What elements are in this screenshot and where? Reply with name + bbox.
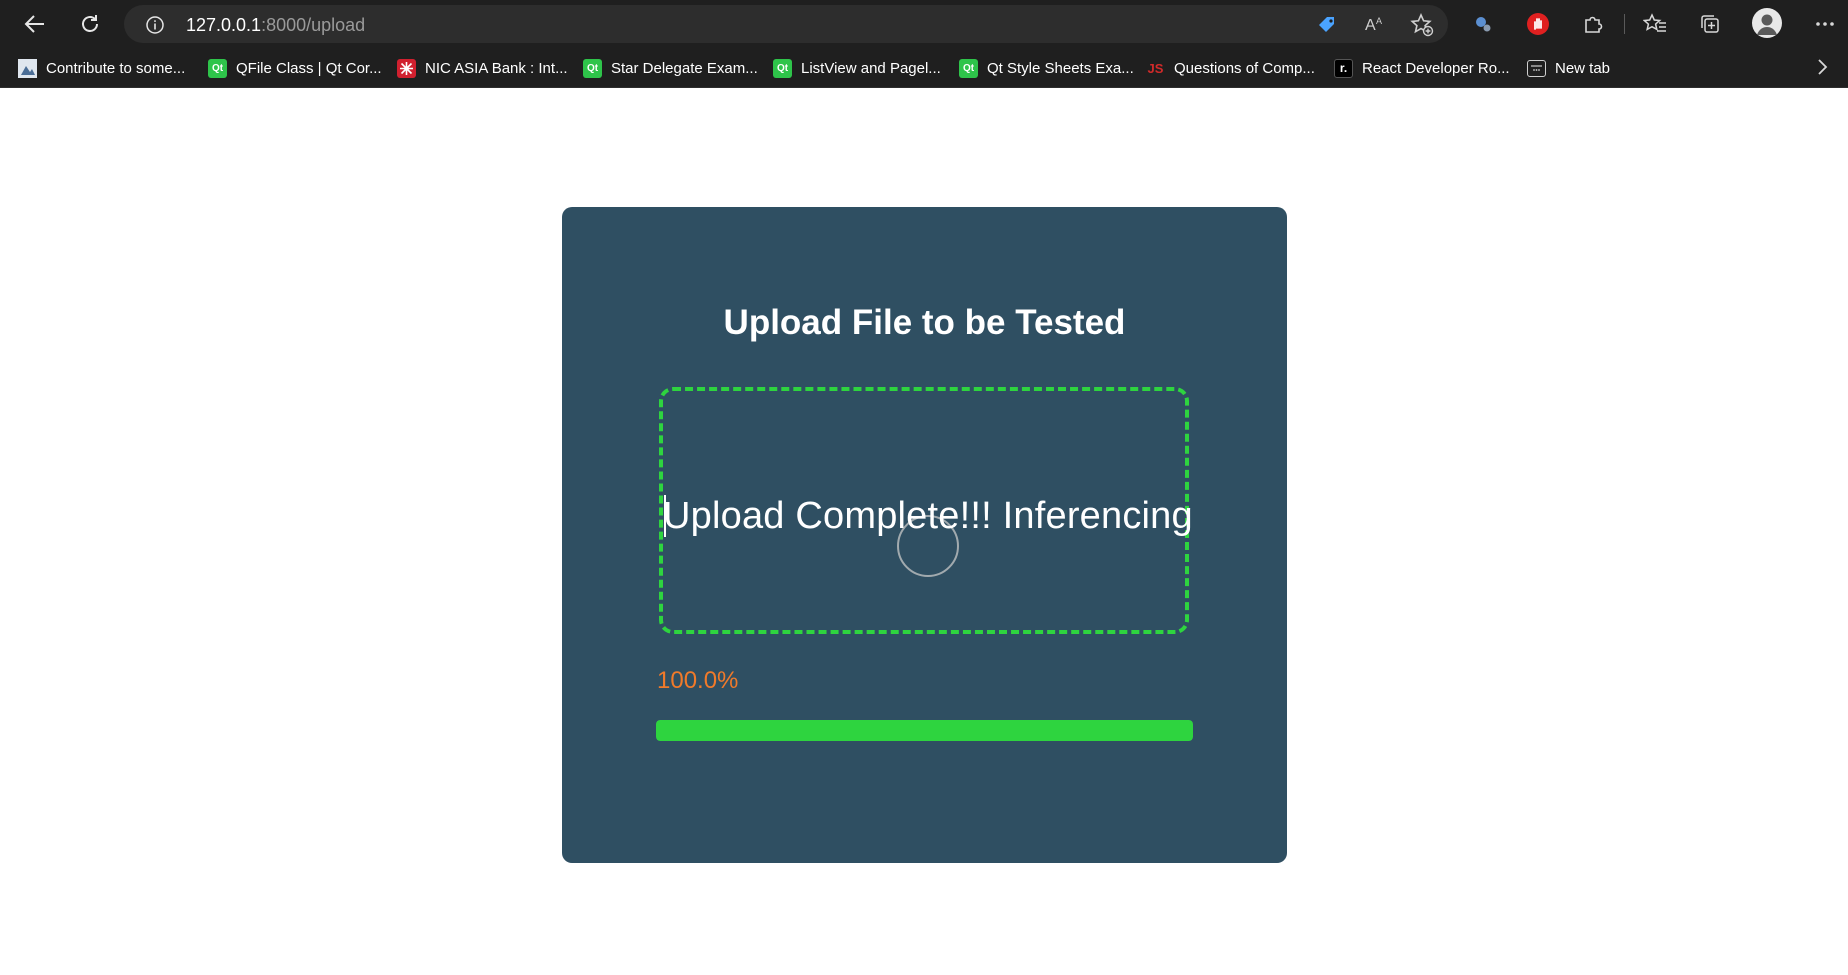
new-tab-favicon-icon	[1527, 59, 1546, 77]
back-arrow-icon	[24, 15, 44, 33]
url-host: 127.0.0.1	[186, 15, 262, 35]
bookmark-listview[interactable]: Qt ListView and Pagel...	[773, 56, 941, 80]
qt-favicon-icon: Qt	[583, 58, 602, 78]
bookmark-label: New tab	[1555, 59, 1611, 77]
address-bar[interactable]: 127.0.0.1:8000/upload AA	[124, 5, 1448, 43]
r-favicon-icon: r.	[1334, 58, 1353, 78]
refresh-button[interactable]	[72, 6, 108, 42]
toolbar-divider	[1624, 14, 1625, 34]
url-path: :8000/upload	[261, 15, 366, 35]
bookmark-qfile[interactable]: Qt QFile Class | Qt Cor...	[208, 56, 382, 80]
bookmark-label: Contribute to some...	[46, 59, 186, 77]
adblock-hand-icon[interactable]	[1523, 9, 1553, 39]
add-favorite-icon[interactable]	[1410, 13, 1434, 42]
bookmark-label: QFile Class | Qt Cor...	[236, 59, 382, 77]
url-text[interactable]: 127.0.0.1:8000/upload	[186, 15, 365, 36]
upload-status-text: Upload Complete!!! Inferencing	[663, 495, 1193, 537]
browser-toolbar: 127.0.0.1:8000/upload AA	[0, 0, 1848, 48]
bookmark-label: Qt Style Sheets Exa...	[987, 59, 1134, 77]
bookmark-label: ListView and Pagel...	[801, 59, 941, 77]
bookmark-contribute[interactable]: Contribute to some...	[18, 56, 185, 80]
favorites-icon[interactable]	[1640, 9, 1670, 39]
bookmark-nic-asia[interactable]: NIC ASIA Bank : Int...	[397, 56, 568, 80]
bookmark-label: Star Delegate Exam...	[611, 59, 758, 77]
bookmark-questions[interactable]: JS Questions of Comp...	[1146, 56, 1315, 80]
upload-card: Upload File to be Tested Upload Complete…	[562, 207, 1287, 863]
profile-avatar[interactable]	[1752, 8, 1782, 38]
chevron-right-icon[interactable]	[1816, 58, 1828, 81]
bookmark-star-delegate[interactable]: Qt Star Delegate Exam...	[583, 56, 758, 80]
progress-bar-fill	[656, 720, 1193, 741]
progress-bar	[656, 720, 1193, 741]
bookmark-label: React Developer Ro...	[1362, 59, 1510, 77]
file-drop-zone[interactable]: Upload Complete!!! Inferencing	[659, 387, 1193, 634]
qt-favicon-icon: Qt	[959, 58, 978, 78]
bookmark-new-tab[interactable]: New tab	[1527, 56, 1610, 80]
svg-text:A: A	[1376, 16, 1382, 26]
read-aloud-icon[interactable]: AA	[1364, 14, 1386, 39]
coupon-tag-icon[interactable]	[1316, 14, 1338, 41]
qt-favicon-icon: Qt	[208, 58, 227, 78]
progress-percent: 100.0%	[657, 667, 739, 694]
page-title: Upload File to be Tested	[723, 303, 1126, 342]
bookmark-label: Questions of Comp...	[1174, 59, 1315, 77]
back-button[interactable]	[17, 6, 53, 42]
bookmark-react-developer[interactable]: r. React Developer Ro...	[1334, 56, 1510, 80]
extensions-puzzle-icon[interactable]	[1578, 9, 1608, 39]
site-info-icon[interactable]	[146, 16, 164, 39]
js-favicon-icon: JS	[1147, 60, 1164, 76]
qt-favicon-icon: Qt	[773, 58, 792, 78]
bookmarks-bar: Contribute to some... Qt QFile Class | Q…	[0, 48, 1848, 88]
collections-icon[interactable]	[1695, 9, 1725, 39]
profile-favicon-icon	[18, 58, 37, 78]
bookmark-qt-style-sheets[interactable]: Qt Qt Style Sheets Exa...	[959, 56, 1134, 80]
more-menu-icon[interactable]	[1810, 9, 1840, 39]
bookmark-label: NIC ASIA Bank : Int...	[425, 59, 568, 77]
svg-text:A: A	[1365, 17, 1376, 34]
nic-asia-favicon-icon	[397, 58, 416, 78]
refresh-icon	[82, 15, 98, 32]
extension-search-icon[interactable]	[1468, 9, 1498, 39]
